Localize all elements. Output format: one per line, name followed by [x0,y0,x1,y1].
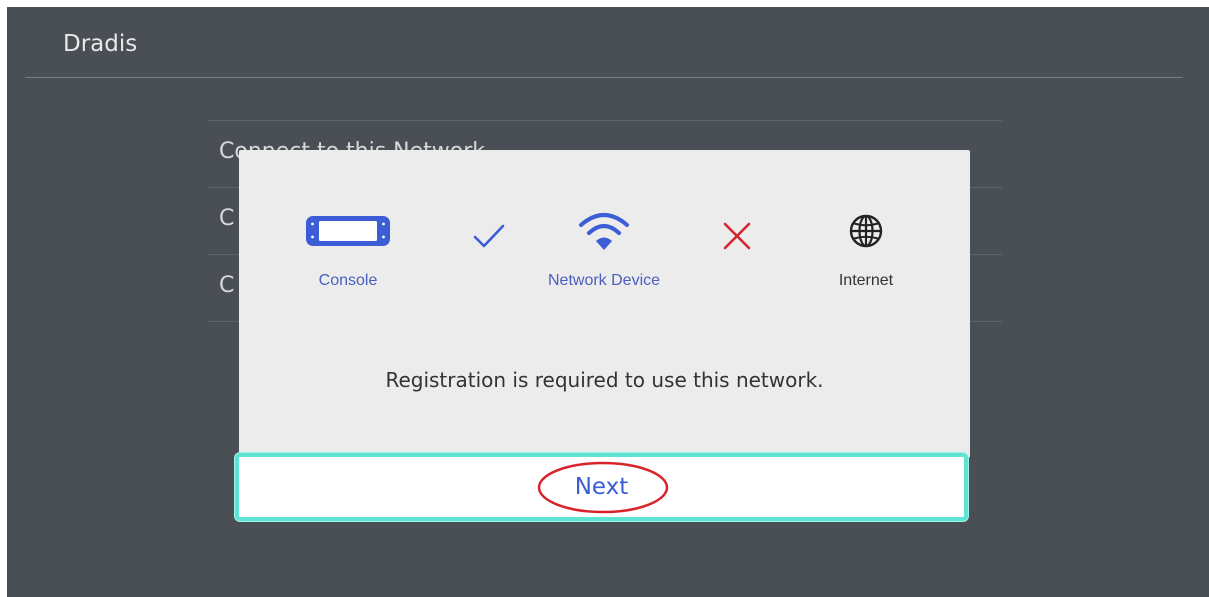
network-device-label: Network Device [547,272,661,289]
flow-node-internet: Internet [786,210,946,290]
settings-screen: Dradis Connect to this Network C C [7,7,1209,597]
next-button[interactable]: Next [235,453,968,521]
flow-node-network-device: Network Device [524,210,684,290]
cross-icon [717,216,757,256]
next-button-label: Next [574,474,629,500]
wifi-icon [577,209,631,258]
menu-item-label: C [219,273,235,298]
header-divider [25,77,1183,78]
page-title: Dradis [63,31,138,57]
connection-flow: Console Network Device Internet [239,210,970,300]
checkmark-icon [469,216,509,256]
console-label: Console [318,272,378,289]
internet-label: Internet [838,272,894,289]
menu-item-label: C [219,206,235,231]
flow-node-console: Console [268,210,428,290]
console-icon [305,215,391,252]
registration-message: Registration is required to use this net… [385,368,824,392]
connection-test-dialog: Console Network Device Internet Registra… [239,150,970,458]
globe-icon [848,213,884,254]
header: Dradis [7,7,1209,78]
